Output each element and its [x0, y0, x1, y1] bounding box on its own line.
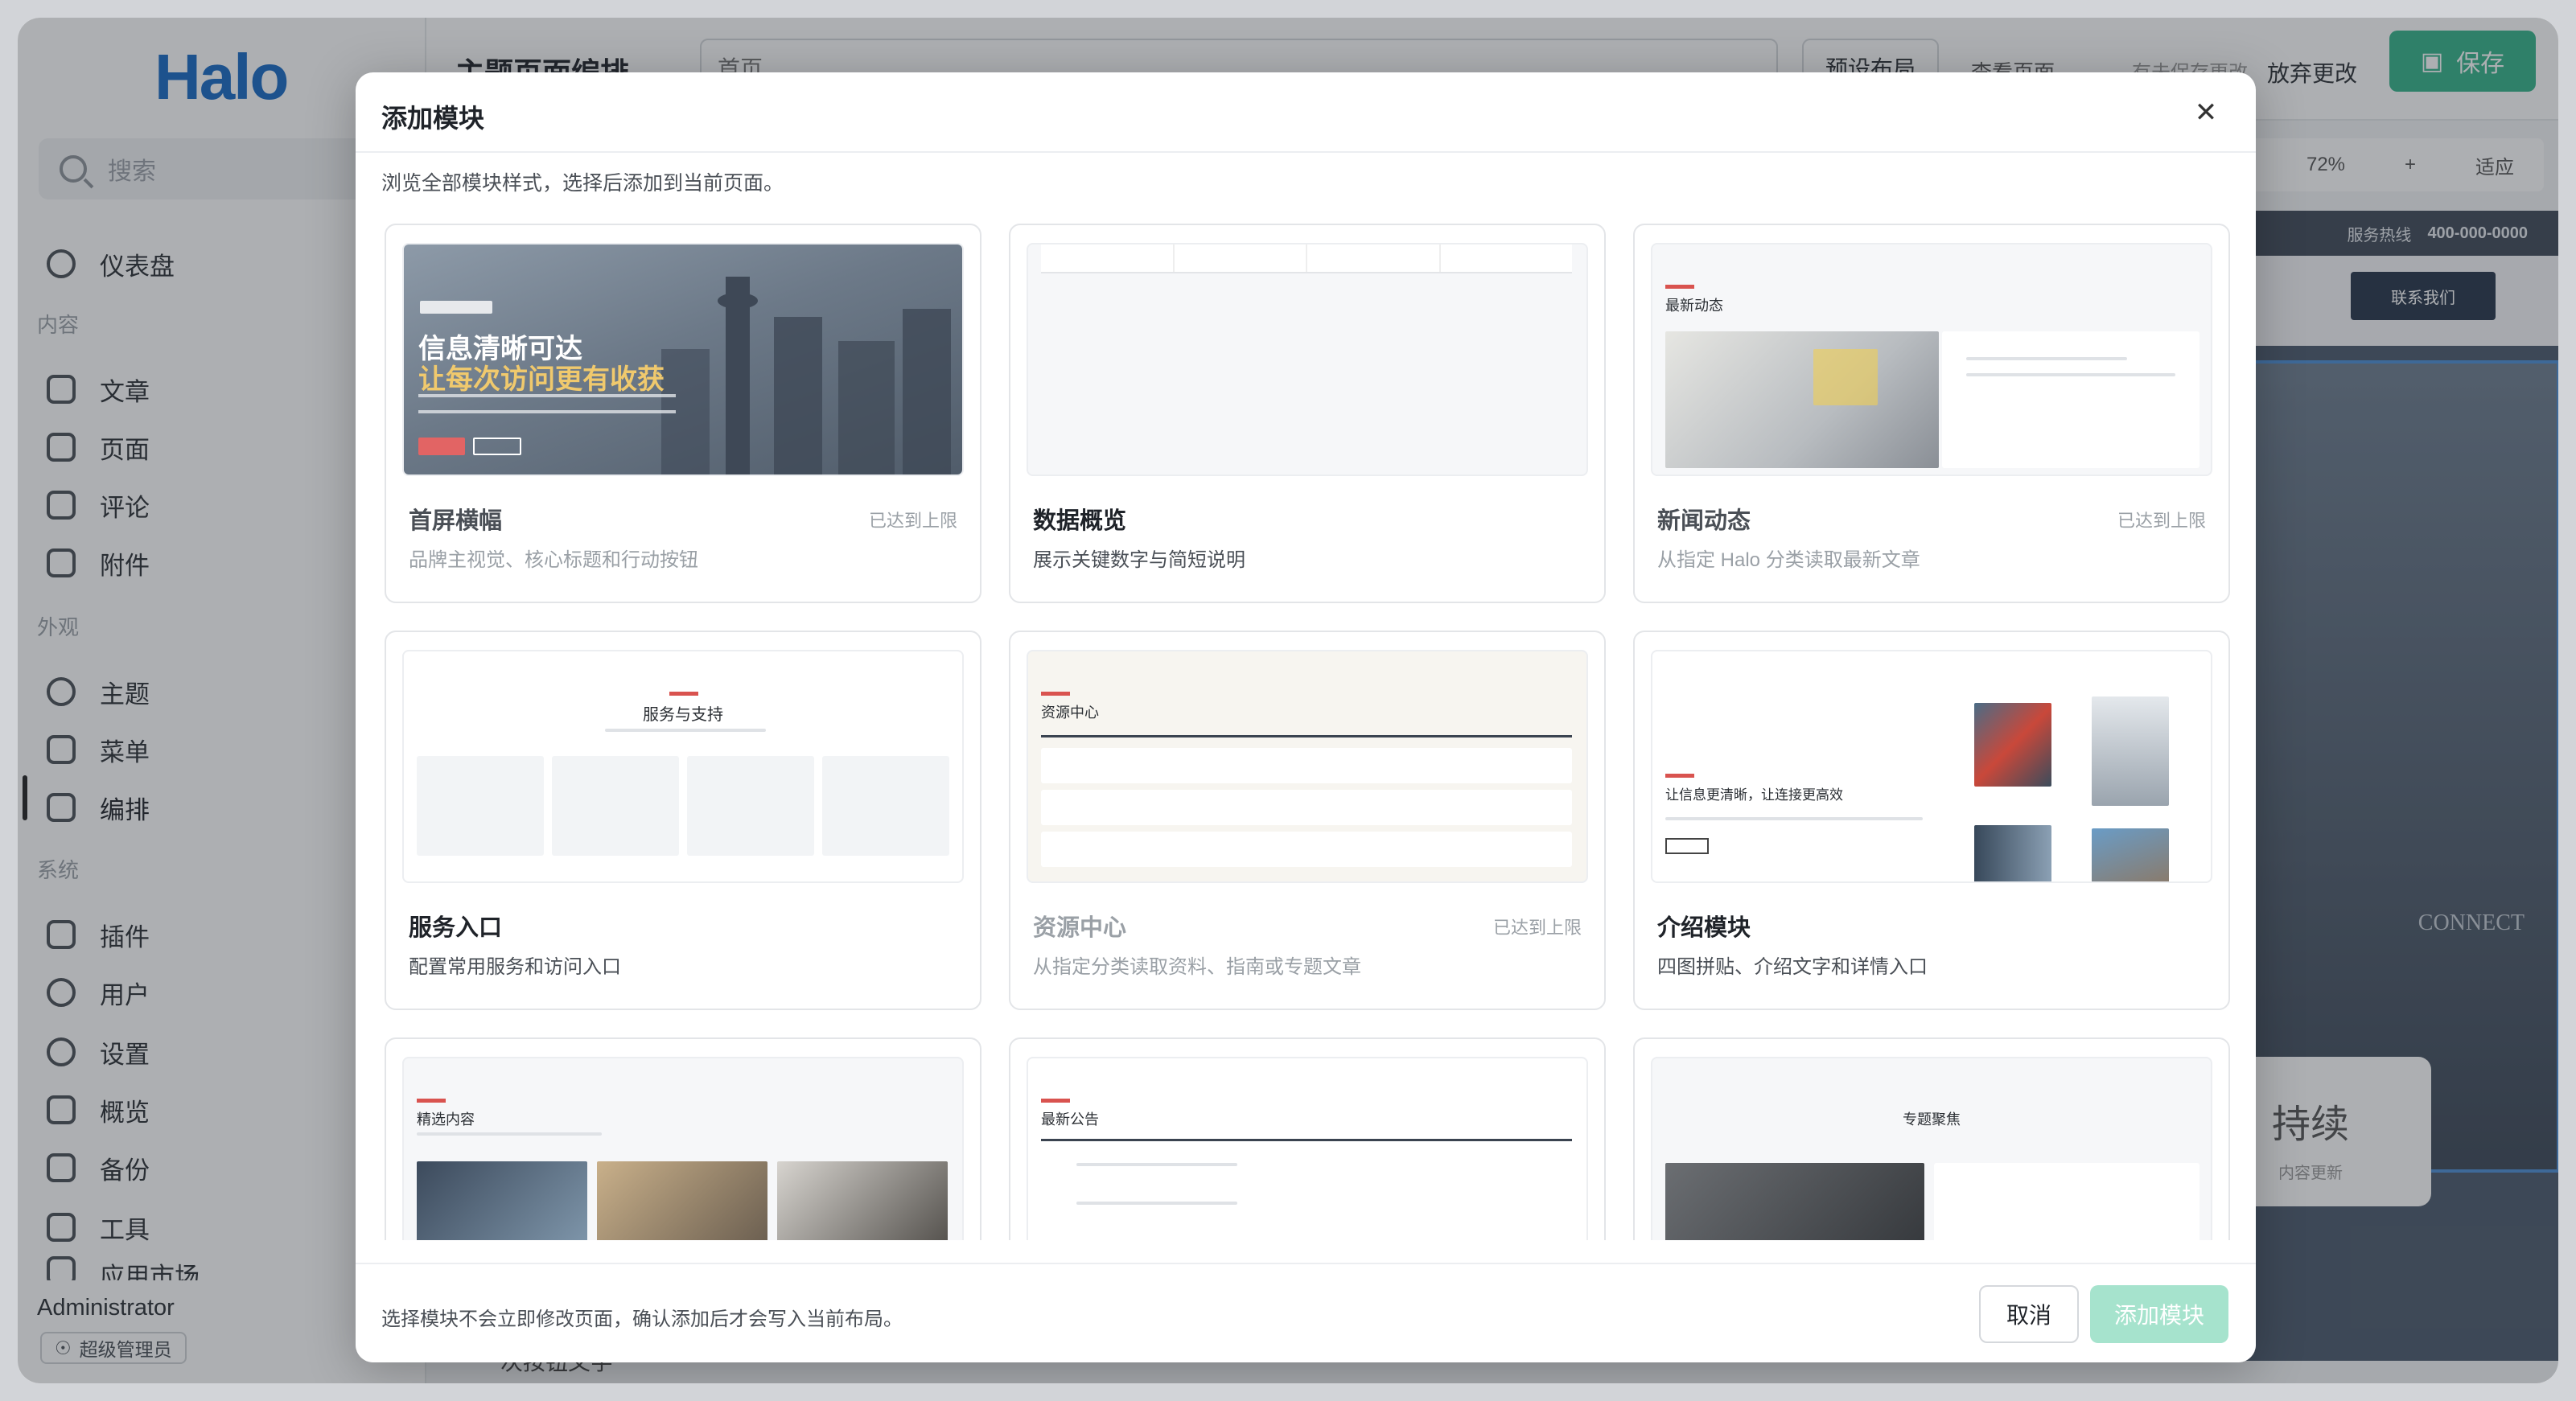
add-module-dialog: 添加模块 ✕ 浏览全部模块样式，选择后添加到当前页面。 信息清晰可达 让每次访问… [356, 72, 2256, 1362]
thumb-heading: 最新动态 [1665, 298, 1723, 314]
module-card-topics[interactable]: 专题聚焦 [1633, 1037, 2230, 1240]
thumb-heading-accent: 让每次访问更有收获 [418, 365, 665, 395]
close-icon[interactable]: ✕ [2185, 92, 2227, 134]
module-thumbnail: 精选内容 [402, 1057, 964, 1240]
dialog-footer: 选择模块不会立即修改页面，确认添加后才会写入当前布局。 取消 添加模块 [356, 1263, 2256, 1362]
module-desc: 从指定 Halo 分类读取最新文章 [1657, 549, 1920, 571]
module-title: 首屏横幅 [409, 508, 503, 534]
cancel-button[interactable]: 取消 [1979, 1285, 2079, 1343]
module-title: 介绍模块 [1657, 915, 1751, 941]
app-window: Halo 搜索 仪表盘 内容 文章 页面 评论 附件 外观 主题 菜单 编排 系… [18, 18, 2558, 1383]
module-thumbnail: 最新动态 [1651, 243, 2212, 476]
thumb-heading: 服务与支持 [643, 706, 723, 724]
module-desc: 展示关键数字与简短说明 [1033, 549, 1245, 571]
module-thumbnail: 服务与支持 [402, 650, 964, 883]
module-desc: 品牌主视觉、核心标题和行动按钮 [409, 549, 698, 571]
thumb-heading: 专题聚焦 [1903, 1111, 1961, 1128]
module-thumbnail: 最新公告 [1027, 1057, 1588, 1240]
module-title: 服务入口 [409, 915, 503, 941]
module-thumbnail: 资源中心 [1027, 650, 1588, 883]
dialog-header: 添加模块 ✕ [356, 72, 2256, 153]
dialog-subtitle: 浏览全部模块样式，选择后添加到当前页面。 [381, 172, 784, 195]
module-card-announcements[interactable]: 最新公告 [1009, 1037, 1606, 1240]
module-card-news[interactable]: 最新动态 新闻动态 已达到上限 从指定 Halo 分类读取最新文章 [1633, 224, 2230, 603]
module-card-services[interactable]: 服务与支持 服务入口 配置常用服务和访问入口 [385, 631, 981, 1010]
dialog-title: 添加模块 [381, 104, 485, 133]
module-card-resources[interactable]: 资源中心 资源中心 已达到上限 从指定分类读取资料、指南或专题文章 [1009, 631, 1606, 1010]
module-thumbnail: 让信息更清晰，让连接更高效 [1651, 650, 2212, 883]
limit-badge: 已达到上限 [2117, 511, 2206, 531]
module-thumbnail: 信息清晰可达 让每次访问更有收获 [402, 243, 964, 476]
module-desc: 配置常用服务和访问入口 [409, 956, 621, 978]
module-desc: 从指定分类读取资料、指南或专题文章 [1033, 956, 1361, 978]
module-title: 资源中心 [1033, 915, 1127, 941]
limit-badge: 已达到上限 [868, 511, 957, 531]
thumb-heading: 让信息更清晰，让连接更高效 [1665, 787, 1843, 803]
thumb-heading: 精选内容 [417, 1111, 475, 1128]
module-thumbnail [1027, 243, 1588, 476]
module-card-hero[interactable]: 信息清晰可达 让每次访问更有收获 首屏横幅 已达到上限 品牌主视觉、核心标题和行… [385, 224, 981, 603]
thumb-heading: 最新公告 [1041, 1111, 1099, 1128]
module-card-intro[interactable]: 让信息更清晰，让连接更高效 介绍模块 四图拼贴、介绍文字和详情入口 [1633, 631, 2230, 1010]
thumb-heading: 资源中心 [1041, 705, 1099, 721]
module-card-stats[interactable]: 数据概览 展示关键数字与简短说明 [1009, 224, 1606, 603]
footer-hint: 选择模块不会立即修改页面，确认添加后才会写入当前布局。 [381, 1309, 903, 1330]
module-thumbnail: 专题聚焦 [1651, 1057, 2212, 1240]
add-module-button[interactable]: 添加模块 [2090, 1285, 2228, 1343]
module-desc: 四图拼贴、介绍文字和详情入口 [1657, 956, 1928, 978]
module-grid: 信息清晰可达 让每次访问更有收获 首屏横幅 已达到上限 品牌主视觉、核心标题和行… [385, 224, 2230, 1240]
module-card-featured[interactable]: 精选内容 [385, 1037, 981, 1240]
module-title: 新闻动态 [1657, 508, 1751, 534]
module-title: 数据概览 [1033, 508, 1127, 534]
limit-badge: 已达到上限 [1492, 918, 1582, 938]
